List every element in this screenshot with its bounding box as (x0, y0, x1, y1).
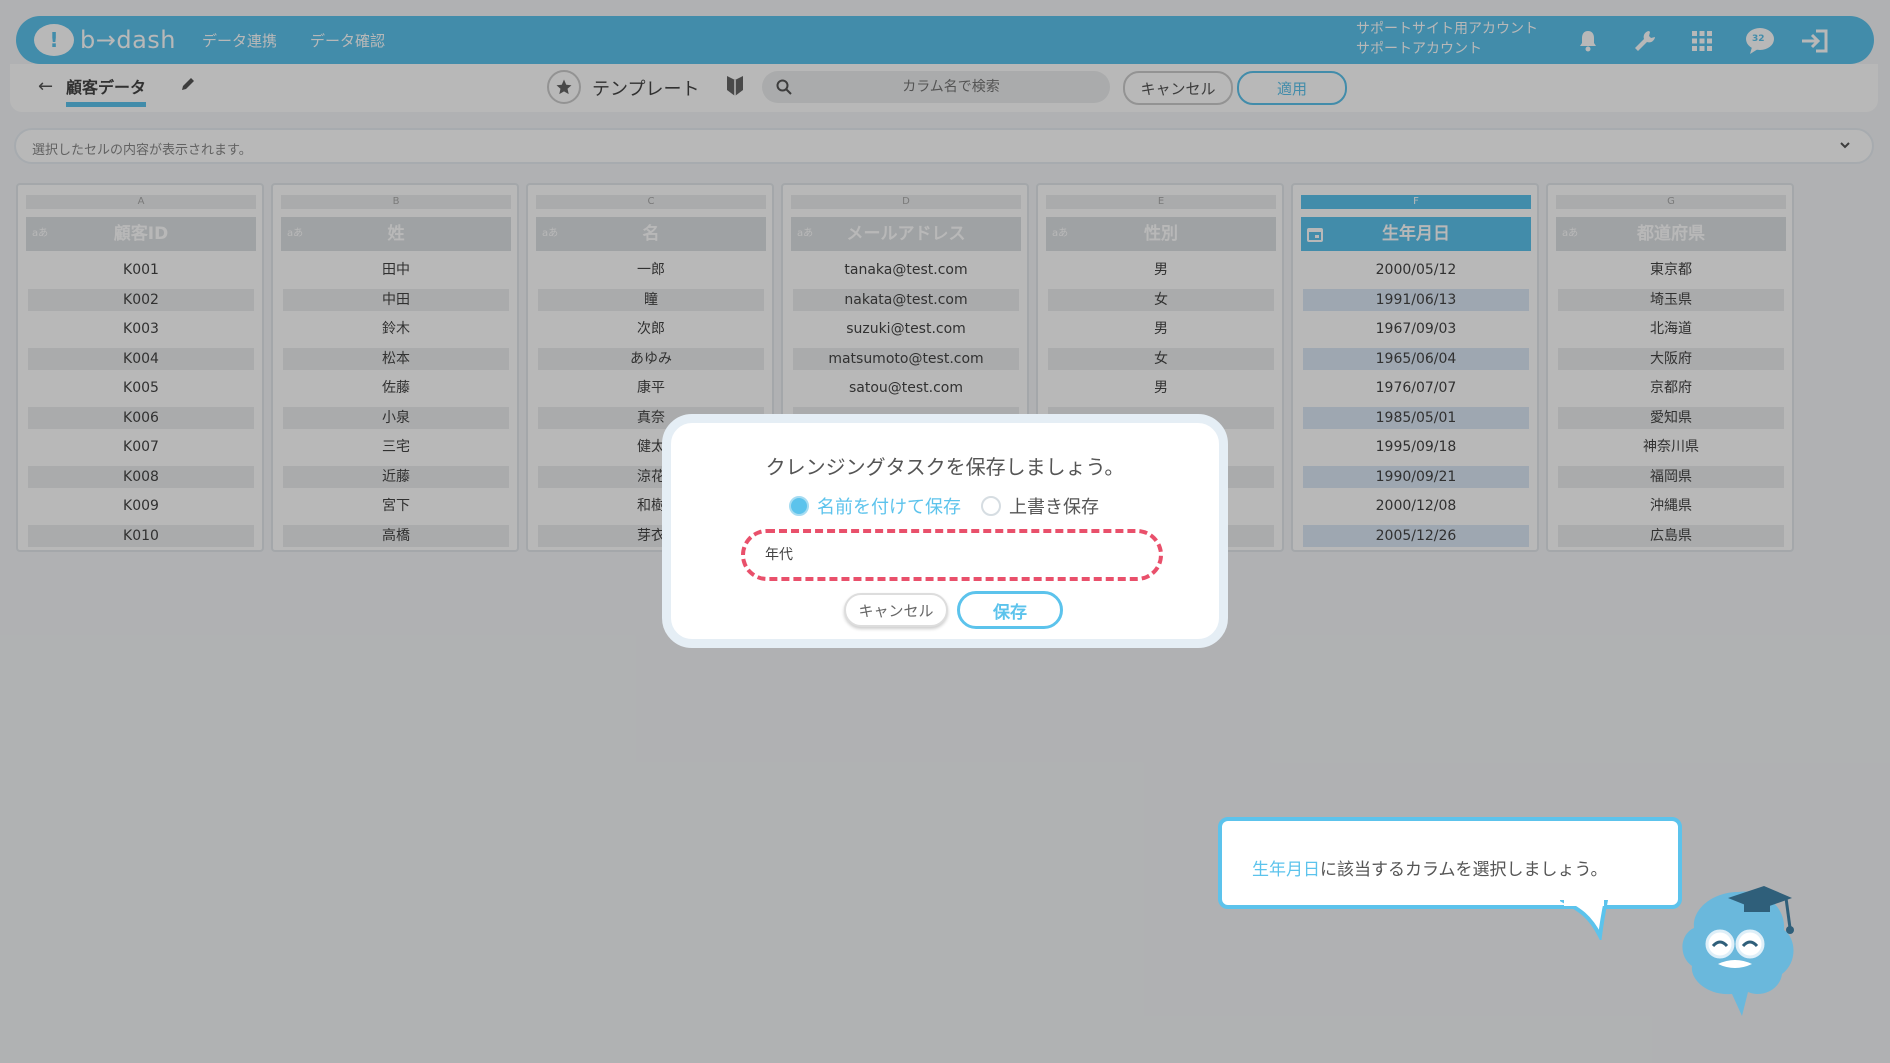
dialog-save-button[interactable]: 保存 (957, 591, 1063, 629)
guide-message: に該当するカラムを選択しましょう。 (1320, 860, 1608, 880)
radio-save-as-new[interactable] (789, 496, 809, 516)
guide-highlight: 生年月日 (1252, 860, 1320, 880)
dialog-title: クレンジングタスクを保存しましょう。 (765, 455, 1125, 479)
mascot-character-icon (1682, 886, 1794, 1016)
guide-speech-bubble: 生年月日に該当するカラムを選択しましょう。 (1218, 817, 1682, 909)
task-name-field[interactable] (741, 529, 1163, 581)
save-mode-options: 名前を付けて保存 上書き保存 (789, 493, 1099, 519)
save-task-dialog: クレンジングタスクを保存しましょう。 名前を付けて保存 上書き保存 キャンセル … (662, 414, 1228, 648)
option-save-as-new-label[interactable]: 名前を付けて保存 (817, 493, 961, 519)
radio-overwrite[interactable] (981, 496, 1001, 516)
guide-text: 生年月日に該当するカラムを選択しましょう。 (1252, 855, 1607, 880)
speech-bubble-tail (1560, 900, 1609, 940)
option-overwrite-label[interactable]: 上書き保存 (1009, 493, 1099, 519)
task-name-input[interactable] (763, 545, 1147, 563)
dialog-cancel-button[interactable]: キャンセル (844, 593, 948, 627)
